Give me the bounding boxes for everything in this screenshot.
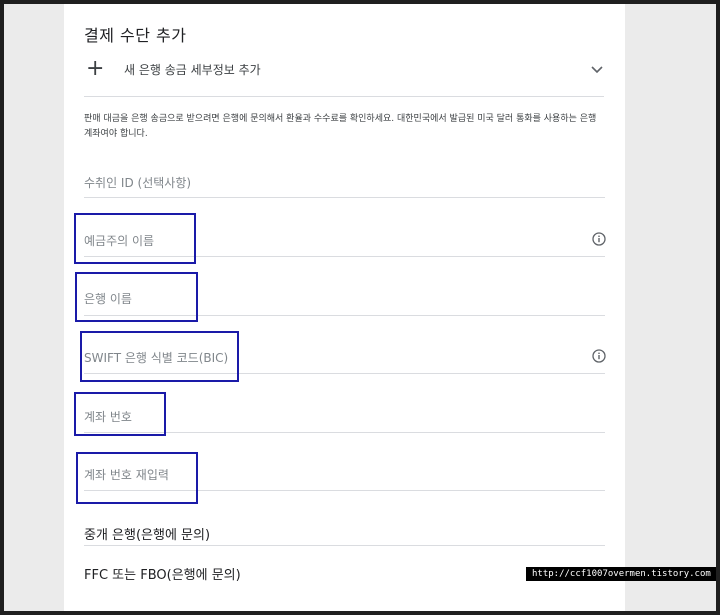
highlight-box <box>74 213 196 264</box>
chevron-down-icon[interactable] <box>590 62 604 76</box>
bank-transfer-note: 판매 대금을 은행 송금으로 받으려면 은행에 문의해서 환율과 수수료를 확인… <box>84 114 597 139</box>
recipient-id-field[interactable]: 수취인 ID (선택사항) <box>84 172 605 198</box>
add-bank-transfer-label: 새 은행 송금 세부정보 추가 <box>124 63 261 77</box>
watermark: http://ccf1007overmen.tistory.com <box>526 567 716 581</box>
highlight-box <box>76 452 198 504</box>
highlight-box <box>80 331 239 382</box>
recipient-id-label: 수취인 ID (선택사항) <box>84 176 192 190</box>
add-bank-transfer-row[interactable]: + 새 은행 송금 세부정보 추가 <box>84 56 604 86</box>
page-title: 결제 수단 추가 <box>84 26 187 45</box>
info-icon[interactable] <box>592 349 606 363</box>
plus-icon: + <box>86 56 105 81</box>
screenshot-frame: 결제 수단 추가 + 새 은행 송금 세부정보 추가 판매 대금을 은행 송금으… <box>4 4 716 611</box>
divider <box>84 545 605 546</box>
highlight-box <box>75 272 198 322</box>
intermediary-bank-section[interactable]: 중개 은행(은행에 문의) <box>84 524 210 543</box>
info-icon[interactable] <box>592 232 606 246</box>
divider <box>84 96 604 97</box>
ffc-fbo-section[interactable]: FFC 또는 FBO(은행에 문의) <box>84 564 241 583</box>
highlight-box <box>74 392 166 436</box>
